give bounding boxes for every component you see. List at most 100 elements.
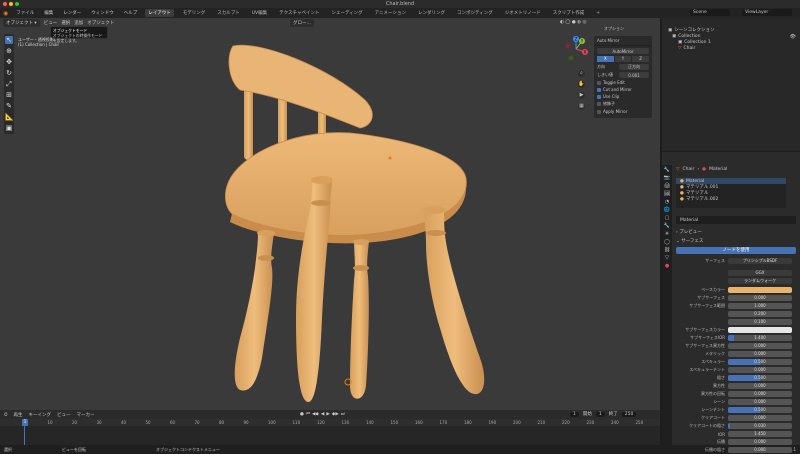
tab-modeling[interactable]: モデリング: [180, 9, 209, 17]
add-cube-tool-icon[interactable]: ▣: [5, 124, 13, 132]
jump-start-icon[interactable]: ⏮: [306, 411, 310, 417]
use-nodes-button[interactable]: ノードを使用: [676, 247, 796, 254]
property-value-field[interactable]: 0.000: [728, 447, 792, 453]
property-value-field[interactable]: 0.200: [728, 311, 792, 317]
chair-model[interactable]: [0, 18, 660, 410]
property-value-field[interactable]: 1.400: [728, 335, 792, 341]
end-frame-field[interactable]: 250: [621, 411, 637, 417]
use-clip-checkbox[interactable]: Use Clip: [597, 94, 649, 99]
start-frame-field[interactable]: 1: [595, 411, 605, 417]
playback-menu[interactable]: 再生: [14, 412, 23, 418]
mode-selector[interactable]: オブジェクト ▾: [3, 18, 40, 27]
property-value-field[interactable]: 0.000: [728, 439, 792, 445]
modifier-tab-icon[interactable]: 🔧: [664, 223, 670, 229]
tab-shading[interactable]: シェーディング: [328, 9, 365, 17]
render-tab-icon[interactable]: 📷: [664, 175, 670, 181]
preview-panel-header[interactable]: › プレビュー: [676, 229, 796, 235]
select-menu[interactable]: 選択: [61, 20, 70, 26]
tab-texture-paint[interactable]: テクスチャペイント: [276, 9, 322, 17]
play-reverse-icon[interactable]: ◀: [321, 412, 324, 417]
cursor-tool-icon[interactable]: ⊕: [5, 47, 13, 55]
cut-and-mirror-checkbox[interactable]: Cut and Mirror: [597, 87, 649, 92]
blender-logo-icon[interactable]: ◉: [3, 10, 8, 17]
physics-tab-icon[interactable]: ◯: [664, 239, 670, 245]
subsurface-method-dropdown[interactable]: ランダムウォーク: [728, 278, 792, 284]
view-menu[interactable]: ビュー: [44, 20, 58, 26]
select-tool-icon[interactable]: ↖: [5, 36, 13, 44]
grid-icon[interactable]: ▦: [578, 103, 585, 110]
add-menu[interactable]: 追加: [74, 20, 83, 26]
apply-mirror-checkbox[interactable]: Apply Mirror: [597, 109, 649, 114]
scene-tab-icon[interactable]: ◔: [665, 199, 669, 205]
scale-tool-icon[interactable]: ⤢: [5, 80, 13, 88]
menu-render[interactable]: レンダー: [61, 10, 83, 16]
surface-panel-header[interactable]: ⌄ サーフェス: [676, 238, 796, 244]
prev-key-icon[interactable]: ◀◆: [312, 412, 319, 417]
toggle-edit-checkbox[interactable]: Toggle Edit: [597, 80, 649, 85]
surface-shader-dropdown[interactable]: プリンシプルBSDF: [728, 258, 792, 264]
tab-uv-editing[interactable]: UV編集: [249, 9, 270, 17]
property-value-field[interactable]: 0.000: [728, 295, 792, 301]
current-frame-field[interactable]: 1: [570, 411, 579, 417]
transform-orientation[interactable]: グロー...: [290, 18, 314, 27]
playhead[interactable]: 1: [22, 419, 28, 426]
zoom-icon[interactable]: ⌕: [578, 70, 585, 77]
property-value-field[interactable]: 1.000: [728, 303, 792, 309]
property-value-field[interactable]: 0.500: [728, 375, 792, 381]
redo-panel-title[interactable]: Auto Mirror: [594, 36, 652, 46]
output-tab-icon[interactable]: 🖨: [664, 183, 670, 189]
camera-icon[interactable]: ▶: [578, 92, 585, 99]
axis-z-button[interactable]: Z: [632, 56, 650, 62]
menu-help[interactable]: ヘルプ: [122, 10, 140, 16]
tool-tab-icon[interactable]: 🔧: [664, 167, 670, 173]
material-slot[interactable]: ● マテリアル.002: [676, 196, 786, 203]
orientation-dropdown[interactable]: 正方向: [619, 64, 649, 70]
tab-compositing[interactable]: コンポジティング: [454, 9, 496, 17]
property-value-field[interactable]: 0.000: [728, 343, 792, 349]
3d-viewport[interactable]: [0, 18, 660, 410]
annotate-tool-icon[interactable]: ✎: [5, 102, 13, 110]
view-layer-tab-icon[interactable]: 🖼: [664, 191, 670, 197]
distribution-dropdown[interactable]: GGX: [728, 270, 792, 276]
rotate-tool-icon[interactable]: ↻: [5, 69, 13, 77]
menu-edit[interactable]: 編集: [42, 10, 55, 16]
shading-buttons[interactable]: ◐ ◯ ● ◍ ◎: [560, 20, 586, 25]
transform-tool-icon[interactable]: ⊞: [5, 91, 13, 99]
object-menu[interactable]: オブジェクト: [87, 20, 114, 26]
view-layer-selector[interactable]: ViewLayer: [742, 9, 792, 16]
tab-geometry-nodes[interactable]: ジオメトリノード: [502, 9, 544, 17]
timeline-editor-icon[interactable]: ⏱: [4, 412, 8, 418]
property-value-field[interactable]: 0.000: [728, 383, 792, 389]
property-value-field[interactable]: 0.100: [728, 319, 792, 325]
property-value-field[interactable]: 0.500: [728, 359, 792, 365]
property-value-field[interactable]: [728, 327, 792, 333]
property-value-field[interactable]: 0.000: [728, 367, 792, 373]
pan-hand-icon[interactable]: ✋: [578, 81, 585, 88]
property-value-field[interactable]: 0.000: [728, 399, 792, 405]
tab-sculpting[interactable]: スカルプト: [214, 9, 243, 17]
base-color-swatch[interactable]: [728, 287, 792, 293]
property-value-field[interactable]: 0.000: [728, 415, 792, 421]
property-value-field[interactable]: 0.000: [728, 351, 792, 357]
visibility-eye-icon[interactable]: 👁: [790, 34, 796, 40]
scene-selector[interactable]: Scene: [690, 9, 730, 16]
world-tab-icon[interactable]: 🌐: [664, 207, 670, 213]
material-name-field[interactable]: Material: [676, 216, 796, 224]
automirror-button[interactable]: AutoMirror: [597, 48, 649, 54]
material-tab-icon[interactable]: ●: [665, 263, 669, 269]
data-tab-icon[interactable]: ▽: [665, 255, 669, 261]
property-value-field[interactable]: 0.000: [728, 391, 792, 397]
jump-end-icon[interactable]: ⏭: [341, 411, 345, 417]
particles-tab-icon[interactable]: ✳: [665, 231, 669, 237]
add-workspace-button[interactable]: +: [593, 10, 603, 17]
tab-layout[interactable]: レイアウト: [145, 9, 174, 17]
options-menu[interactable]: オプション: [604, 26, 624, 32]
timeline-view-menu[interactable]: ビュー: [57, 412, 71, 418]
next-key-icon[interactable]: ◆▶: [332, 412, 339, 417]
tab-animation[interactable]: アニメーション: [372, 9, 409, 17]
property-value-field[interactable]: 1.450: [728, 431, 792, 437]
object-tab-icon[interactable]: ▢: [665, 215, 670, 221]
keying-menu[interactable]: キーイング: [29, 412, 52, 418]
move-tool-icon[interactable]: ✥: [5, 58, 13, 66]
timeline-ruler[interactable]: 0102030405060708090100110120130140150160…: [0, 419, 660, 426]
